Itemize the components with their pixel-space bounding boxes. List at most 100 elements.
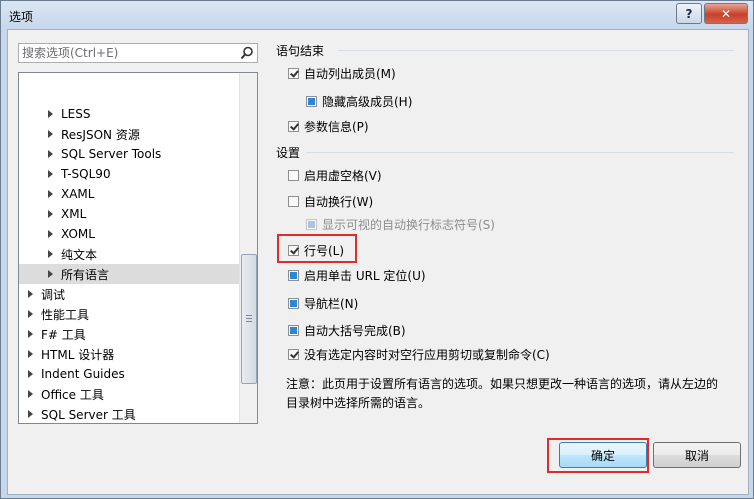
single-click-url-checkbox[interactable]	[288, 269, 299, 281]
option-show-wrap-glyphs: 显示可视的自动换行标志符号(S)	[306, 215, 495, 233]
option-label: 自动大括号完成(B)	[304, 323, 406, 338]
tree-item-label: 调试	[41, 287, 66, 302]
note-text: 注意：此页用于设置所有语言的选项。如果只想更改一种语言的选项，请从左边的 目录树…	[286, 375, 746, 413]
tree-item[interactable]: SQL Server Tools	[19, 144, 257, 164]
scrollbar-thumb[interactable]	[241, 254, 257, 384]
tree-item[interactable]: XOML	[19, 224, 257, 244]
option-word-wrap[interactable]: 自动换行(W)	[288, 192, 373, 210]
cancel-button[interactable]: 取消	[653, 442, 741, 468]
tree-item-label: HTML 设计器	[41, 347, 115, 362]
expand-arrow-icon[interactable]	[48, 130, 53, 138]
tree-item[interactable]: 纯文本	[19, 244, 257, 264]
option-label: 导航栏(N)	[304, 296, 359, 311]
option-single-click-url[interactable]: 启用单击 URL 定位(U)	[288, 266, 426, 284]
section-title: 语句结束	[276, 43, 325, 58]
tree-item-label: SQL Server Tools	[61, 147, 162, 161]
title-bar[interactable]: 选项 ? ✕	[1, 1, 753, 29]
note-line: 目录树中选择所需的语言。	[286, 396, 431, 410]
navigation-bar-checkbox[interactable]	[288, 297, 299, 309]
options-dialog: 选项 ? ✕ LESS ResJSON 资源 SQL Server Tools T-S…	[0, 0, 754, 499]
parameter-info-checkbox[interactable]	[288, 120, 299, 132]
close-icon: ✕	[720, 6, 732, 21]
options-tree[interactable]: LESS ResJSON 资源 SQL Server Tools T-SQL90 XAM…	[18, 72, 258, 424]
highlight-box	[277, 234, 357, 263]
tree-item-label: F# 工具	[41, 327, 86, 342]
search-box	[18, 43, 258, 63]
auto-brace-completion-checkbox[interactable]	[288, 324, 299, 336]
tree-item[interactable]: HTML 设计器	[19, 344, 248, 364]
tree-item-label: 纯文本	[61, 247, 98, 262]
tree-scrollbar[interactable]	[239, 73, 257, 423]
close-button[interactable]: ✕	[704, 3, 748, 24]
expand-arrow-icon[interactable]	[48, 190, 53, 198]
expand-arrow-icon[interactable]	[48, 150, 53, 158]
highlight-box	[547, 438, 649, 473]
tree-item-label: Office 工具	[41, 387, 104, 402]
tree-item[interactable]: T-SQL90	[19, 164, 257, 184]
search-input[interactable]	[19, 44, 232, 62]
option-parameter-info[interactable]: 参数信息(P)	[288, 117, 369, 135]
option-navigation-bar[interactable]: 导航栏(N)	[288, 294, 358, 312]
help-icon: ?	[685, 6, 693, 21]
option-cut-copy-blank[interactable]: 没有选定内容时对空行应用剪切或复制命令(C)	[288, 345, 550, 363]
tree-item-label: XML	[61, 207, 87, 221]
tree-item[interactable]: F# 工具	[19, 324, 248, 344]
option-label: 启用虚空格(V)	[304, 168, 382, 183]
tree-item[interactable]: 性能工具	[19, 304, 248, 324]
option-label: 参数信息(P)	[304, 119, 369, 134]
tree-item[interactable]: XAML	[19, 184, 257, 204]
tree-item[interactable]: Indent Guides	[19, 364, 248, 384]
expand-arrow-icon[interactable]	[28, 330, 33, 338]
option-label: 自动列出成员(M)	[304, 66, 396, 81]
expand-arrow-icon[interactable]	[28, 390, 33, 398]
tree-item[interactable]: Office 工具	[19, 384, 248, 404]
tree-item-label: LESS	[61, 107, 91, 121]
expand-arrow-icon[interactable]	[28, 310, 33, 318]
dialog-body: LESS ResJSON 资源 SQL Server Tools T-SQL90 XAM…	[7, 29, 749, 495]
expand-arrow-icon[interactable]	[48, 250, 53, 258]
cancel-button-label: 取消	[684, 448, 709, 463]
expand-arrow-icon[interactable]	[48, 210, 53, 218]
word-wrap-checkbox[interactable]	[288, 195, 299, 207]
tree-item-label: Indent Guides	[41, 367, 125, 381]
hide-advanced-members-checkbox[interactable]	[306, 95, 317, 107]
expand-arrow-icon[interactable]	[28, 370, 33, 378]
expand-arrow-icon[interactable]	[28, 350, 33, 358]
tree-item[interactable]: 调试	[19, 284, 248, 304]
tree-item-label: T-SQL90	[61, 167, 111, 181]
tree-item[interactable]: SQL Server 工具	[19, 404, 248, 423]
tree-item[interactable]: 所有语言	[19, 264, 257, 284]
show-wrap-glyphs-checkbox	[306, 218, 317, 230]
option-label: 自动换行(W)	[304, 194, 374, 209]
expand-arrow-icon[interactable]	[28, 410, 33, 418]
section-statement-completion: 语句结束	[276, 42, 324, 58]
tree-item-label: 所有语言	[61, 267, 110, 282]
help-button[interactable]: ?	[676, 3, 702, 24]
expand-arrow-icon[interactable]	[48, 170, 53, 178]
search-icon[interactable]	[240, 46, 254, 60]
tree-item-label: XAML	[61, 187, 95, 201]
option-virtual-space[interactable]: 启用虚空格(V)	[288, 166, 382, 184]
option-hide-advanced-members[interactable]: 隐藏高级成员(H)	[306, 92, 412, 110]
section-settings: 设置	[276, 144, 300, 160]
note-line: 注意：此页用于设置所有语言的选项。如果只想更改一种语言的选项，请从左边的	[286, 377, 719, 391]
option-auto-brace-completion[interactable]: 自动大括号完成(B)	[288, 321, 406, 339]
expand-arrow-icon[interactable]	[28, 290, 33, 298]
section-title: 设置	[276, 145, 301, 160]
expand-arrow-icon[interactable]	[48, 110, 53, 118]
option-label: 启用单击 URL 定位(U)	[304, 268, 426, 283]
section-divider	[338, 50, 734, 51]
auto-list-members-checkbox[interactable]	[288, 67, 299, 79]
tree-item-label: SQL Server 工具	[41, 407, 136, 422]
cut-copy-blank-checkbox[interactable]	[288, 348, 299, 360]
tree-item-label: 性能工具	[41, 307, 90, 322]
tree-item[interactable]: XML	[19, 204, 257, 224]
tree-item[interactable]: ResJSON 资源	[19, 124, 257, 144]
tree-item[interactable]: LESS	[19, 104, 257, 124]
virtual-space-checkbox[interactable]	[288, 169, 299, 181]
expand-arrow-icon[interactable]	[48, 230, 53, 238]
option-auto-list-members[interactable]: 自动列出成员(M)	[288, 64, 396, 82]
dialog-title: 选项	[9, 10, 34, 24]
expand-arrow-icon[interactable]	[48, 270, 53, 278]
option-label: 没有选定内容时对空行应用剪切或复制命令(C)	[304, 347, 550, 362]
